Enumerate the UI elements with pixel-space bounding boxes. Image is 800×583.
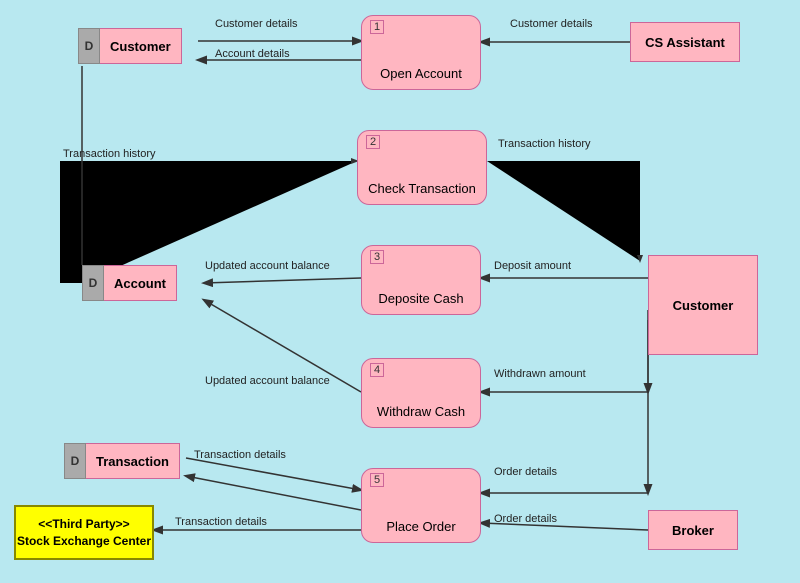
process-number-1: 1 <box>370 20 384 34</box>
process-place-order[interactable]: 5 Place Order <box>361 468 481 543</box>
process-label-3: Deposite Cash <box>378 291 463 306</box>
datastore-label-account: Account <box>104 265 177 301</box>
datastore-account: D Account <box>82 265 177 301</box>
process-check-transaction[interactable]: 2 Check Transaction <box>357 130 487 205</box>
label-transaction-details-in: Transaction details <box>194 449 286 461</box>
datastore-label-customer: Customer <box>100 28 182 64</box>
datastore-label-transaction: Transaction <box>86 443 180 479</box>
process-deposit-cash[interactable]: 3 Deposite Cash <box>361 245 481 315</box>
label-transaction-history-left: Transaction history <box>63 148 156 160</box>
process-number-3: 3 <box>370 250 384 264</box>
label-transaction-history-right: Transaction history <box>498 138 591 150</box>
process-number-5: 5 <box>370 473 384 487</box>
datastore-transaction: D Transaction <box>64 443 180 479</box>
label-order-details-bottom: Order details <box>494 513 557 525</box>
actor-customer-right: Customer <box>648 255 758 355</box>
process-number-2: 2 <box>366 135 380 149</box>
process-label-1: Open Account <box>380 66 462 81</box>
diagram-container: Customer details Account details Custome… <box>0 0 800 583</box>
actor-cs-assistant: CS Assistant <box>630 22 740 62</box>
process-label-5: Place Order <box>386 519 455 534</box>
customer-right-label: Customer <box>673 298 734 313</box>
label-updated-balance-deposit: Updated account balance <box>205 260 330 272</box>
datastore-customer: D Customer <box>78 28 182 64</box>
process-withdraw-cash[interactable]: 4 Withdraw Cash <box>361 358 481 428</box>
actor-broker: Broker <box>648 510 738 550</box>
label-cs-customer-details: Customer details <box>510 18 593 30</box>
external-stock-exchange: <<Third Party>>Stock Exchange Center <box>14 505 154 560</box>
datastore-d-account: D <box>82 265 104 301</box>
label-order-details-top: Order details <box>494 466 557 478</box>
datastore-d-transaction: D <box>64 443 86 479</box>
stock-exchange-label: <<Third Party>>Stock Exchange Center <box>17 516 151 550</box>
datastore-d-customer: D <box>78 28 100 64</box>
cs-assistant-label: CS Assistant <box>645 35 725 50</box>
label-transaction-details-out: Transaction details <box>175 516 267 528</box>
label-updated-balance-withdraw: Updated account balance <box>205 375 330 387</box>
broker-label: Broker <box>672 523 714 538</box>
label-customer-details-top: Customer details <box>215 18 298 30</box>
process-label-2: Check Transaction <box>368 181 476 196</box>
label-withdrawn-amount: Withdrawn amount <box>494 368 586 380</box>
process-label-4: Withdraw Cash <box>377 404 465 419</box>
label-account-details: Account details <box>215 48 290 60</box>
label-deposit-amount: Deposit amount <box>494 260 571 272</box>
process-number-4: 4 <box>370 363 384 377</box>
process-open-account[interactable]: 1 Open Account <box>361 15 481 90</box>
